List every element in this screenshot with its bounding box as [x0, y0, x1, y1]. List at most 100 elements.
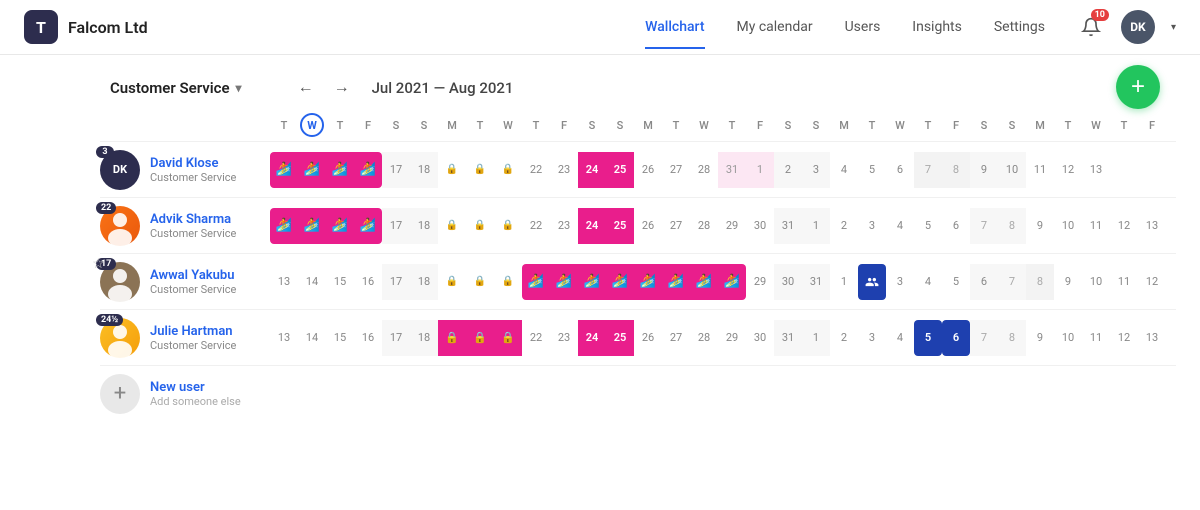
day-cell-2-26: 7	[998, 264, 1026, 300]
person-row-3: 24½Julie HartmanCustomer Service13141516…	[100, 309, 1176, 365]
day-cell-3-8: 🔒	[494, 320, 522, 356]
nav-settings[interactable]: Settings	[994, 15, 1045, 39]
user-menu-caret[interactable]: ▾	[1171, 22, 1176, 33]
day-cell-0-9: 22	[522, 152, 550, 188]
day-cell-0-21: 5	[858, 152, 886, 188]
person-name-1[interactable]: Advik Sharma	[150, 212, 236, 227]
day-cell-1-24: 6	[942, 208, 970, 244]
row-days-0: 🏄🏄🏄🏄1718🔒🔒🔒22232425262728311234567891011…	[270, 152, 1166, 188]
day-cell-1-25: 7	[970, 208, 998, 244]
day-cell-3-3: 16	[354, 320, 382, 356]
day-cell-0-0: 🏄	[270, 152, 298, 188]
new-user-label: New user	[150, 380, 241, 395]
header: T Falcom Ltd Wallchart My calendar Users…	[0, 0, 1200, 55]
day-cell-3-15: 28	[690, 320, 718, 356]
day-cell-2-17: 29	[746, 264, 774, 300]
days-badge-3: 24½	[96, 314, 123, 326]
day-header-27: M	[1026, 119, 1054, 132]
day-cell-0-16: 31	[718, 152, 746, 188]
person-name-0[interactable]: David Klose	[150, 156, 236, 171]
main-nav: Wallchart My calendar Users Insights Set…	[645, 15, 1045, 39]
day-cell-0-12: 25	[606, 152, 634, 188]
person-dept-0: Customer Service	[150, 171, 236, 184]
day-cell-0-31	[1138, 152, 1166, 188]
row-days-2: 131415161718🔒🔒🔒🏄🏄🏄🏄🏄🏄🏄🏄29303113456789101…	[270, 264, 1166, 300]
person-name-2[interactable]: Awwal Yakubu	[150, 268, 236, 283]
day-cell-0-7: 🔒	[466, 152, 494, 188]
day-cell-1-3: 🏄	[354, 208, 382, 244]
day-cell-1-19: 1	[802, 208, 830, 244]
day-cell-0-23: 7	[914, 152, 942, 188]
header-right: 10 DK ▾	[1077, 10, 1176, 44]
department-selector[interactable]: Customer Service ▾	[100, 73, 252, 103]
day-cell-2-4: 17	[382, 264, 410, 300]
person-info-2: 17☆Awwal YakubuCustomer Service	[100, 262, 270, 302]
nav-users[interactable]: Users	[845, 15, 881, 39]
toolbar: Customer Service ▾ ← → Jul 2021 — Aug 20…	[0, 55, 1200, 113]
day-cell-1-2: 🏄	[326, 208, 354, 244]
day-cell-2-23: 4	[914, 264, 942, 300]
day-header-13: M	[634, 119, 662, 132]
day-header-22: W	[886, 119, 914, 132]
day-cell-0-4: 17	[382, 152, 410, 188]
day-cell-1-18: 31	[774, 208, 802, 244]
day-cell-3-17: 30	[746, 320, 774, 356]
day-cell-2-7: 🔒	[466, 264, 494, 300]
day-cell-1-0: 🏄	[270, 208, 298, 244]
day-cell-2-12: 🏄	[606, 264, 634, 300]
day-cell-2-3: 16	[354, 264, 382, 300]
day-cell-1-29: 11	[1082, 208, 1110, 244]
person-info-1: 22Advik SharmaCustomer Service	[100, 206, 270, 246]
day-cell-3-20: 2	[830, 320, 858, 356]
avatar-wrap-2: 17☆	[100, 262, 140, 302]
day-cell-2-2: 15	[326, 264, 354, 300]
day-cell-1-17: 30	[746, 208, 774, 244]
day-cell-3-2: 15	[326, 320, 354, 356]
day-cell-1-10: 23	[550, 208, 578, 244]
day-header-26: S	[998, 119, 1026, 132]
day-cell-1-9: 22	[522, 208, 550, 244]
day-cell-0-22: 6	[886, 152, 914, 188]
notifications-button[interactable]: 10	[1077, 13, 1105, 41]
day-cell-2-30: 11	[1110, 264, 1138, 300]
days-badge-0: 3	[96, 146, 114, 158]
day-header-3: F	[354, 119, 382, 132]
day-header-19: S	[802, 119, 830, 132]
day-cell-3-23: 5	[914, 320, 942, 356]
day-cell-3-14: 27	[662, 320, 690, 356]
day-cell-2-16: 🏄	[718, 264, 746, 300]
day-cell-1-26: 8	[998, 208, 1026, 244]
nav-wallchart[interactable]: Wallchart	[645, 15, 704, 39]
day-header-18: S	[774, 119, 802, 132]
day-cell-1-6: 🔒	[438, 208, 466, 244]
day-cell-1-13: 26	[634, 208, 662, 244]
day-header-23: T	[914, 119, 942, 132]
nav-my-calendar[interactable]: My calendar	[737, 15, 813, 39]
day-cell-1-7: 🔒	[466, 208, 494, 244]
user-avatar-button[interactable]: DK	[1121, 10, 1155, 44]
day-cell-0-19: 3	[802, 152, 830, 188]
day-header-12: S	[606, 119, 634, 132]
day-cell-3-21: 3	[858, 320, 886, 356]
day-cell-0-10: 23	[550, 152, 578, 188]
day-cell-2-10: 🏄	[550, 264, 578, 300]
day-cell-1-14: 27	[662, 208, 690, 244]
day-cell-3-25: 7	[970, 320, 998, 356]
day-cell-1-11: 24	[578, 208, 606, 244]
app-name: Falcom Ltd	[68, 18, 148, 37]
day-cell-3-10: 23	[550, 320, 578, 356]
prev-period-button[interactable]: ←	[292, 74, 320, 102]
app-logo: T	[24, 10, 58, 44]
day-cell-3-22: 4	[886, 320, 914, 356]
people-rows: DK3David KloseCustomer Service🏄🏄🏄🏄1718🔒🔒…	[100, 141, 1176, 365]
day-cell-2-27: 8	[1026, 264, 1054, 300]
day-header-24: F	[942, 119, 970, 132]
add-event-button[interactable]: +	[1116, 65, 1160, 109]
nav-insights[interactable]: Insights	[912, 15, 962, 39]
avatar-wrap-1: 22	[100, 206, 140, 246]
add-person-button[interactable]: + New user Add someone else	[100, 374, 241, 414]
day-cell-1-1: 🏄	[298, 208, 326, 244]
person-name-3[interactable]: Julie Hartman	[150, 324, 236, 339]
day-cell-0-6: 🔒	[438, 152, 466, 188]
next-period-button[interactable]: →	[328, 74, 356, 102]
